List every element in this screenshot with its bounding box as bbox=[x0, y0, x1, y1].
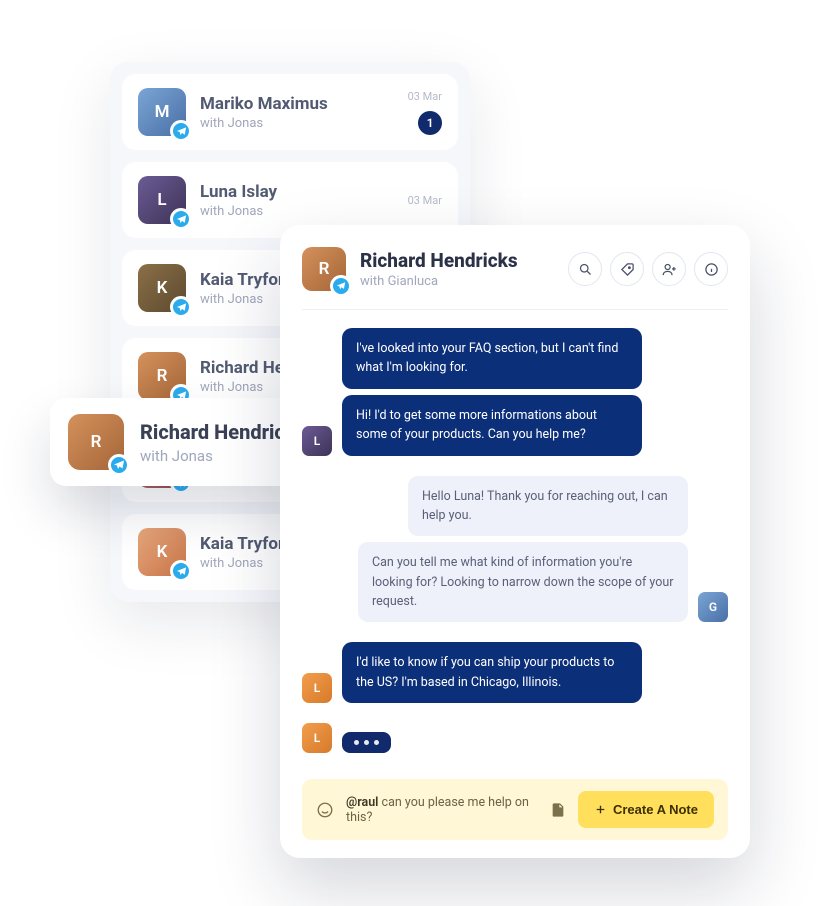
avatar: R bbox=[68, 414, 124, 470]
conversation-item[interactable]: M Mariko Maximus with Jonas 03 Mar 1 bbox=[122, 74, 458, 150]
telegram-icon bbox=[170, 120, 192, 142]
conversation-sub: with Jonas bbox=[140, 447, 292, 465]
message-bubble: I've looked into your FAQ section, but I… bbox=[342, 328, 642, 389]
note-composer: @raul can you please me help on this? Cr… bbox=[302, 779, 728, 840]
telegram-icon bbox=[170, 296, 192, 318]
avatar: L bbox=[138, 176, 186, 224]
mention: @raul bbox=[346, 795, 378, 810]
avatar: M bbox=[138, 88, 186, 136]
conversation-date: 03 Mar bbox=[408, 90, 442, 103]
unread-badge: 1 bbox=[418, 111, 442, 135]
chat-body: L I've looked into your FAQ section, but… bbox=[302, 310, 728, 753]
telegram-icon bbox=[170, 560, 192, 582]
typing-indicator-row: L bbox=[302, 723, 728, 753]
tag-icon[interactable] bbox=[610, 252, 644, 286]
message-avatar: L bbox=[302, 426, 332, 456]
typing-indicator bbox=[342, 732, 391, 753]
message-bubble: Hi! I'd to get some more informations ab… bbox=[342, 395, 642, 456]
message-avatar: L bbox=[302, 673, 332, 703]
attachment-icon[interactable] bbox=[550, 802, 566, 818]
telegram-icon bbox=[330, 275, 352, 297]
chat-title: Richard Hendricks bbox=[360, 249, 518, 272]
conversation-name: Mariko Maximus bbox=[200, 94, 394, 114]
create-note-button[interactable]: Create A Note bbox=[578, 791, 714, 828]
note-input[interactable]: @raul can you please me help on this? bbox=[346, 795, 538, 825]
message-group-incoming: L I've looked into your FAQ section, but… bbox=[302, 328, 728, 456]
conversation-name: Luna Islay bbox=[200, 182, 394, 202]
telegram-icon bbox=[170, 208, 192, 230]
message-avatar: G bbox=[698, 592, 728, 622]
avatar: R bbox=[138, 352, 186, 400]
conversation-sub: with Jonas bbox=[200, 116, 394, 131]
add-person-icon[interactable] bbox=[652, 252, 686, 286]
telegram-icon bbox=[108, 454, 130, 476]
message-avatar: L bbox=[302, 723, 332, 753]
message-group-outgoing: Hello Luna! Thank you for reaching out, … bbox=[302, 476, 728, 623]
avatar: R bbox=[302, 247, 346, 291]
message-bubble: Hello Luna! Thank you for reaching out, … bbox=[408, 476, 688, 537]
avatar: K bbox=[138, 264, 186, 312]
conversation-item-popout[interactable]: R Richard Hendricks with Jonas bbox=[50, 398, 310, 486]
chat-panel: R Richard Hendricks with Gianluca L I've… bbox=[280, 225, 750, 858]
search-icon[interactable] bbox=[568, 252, 602, 286]
conversation-sub: with Jonas bbox=[200, 204, 394, 219]
emoji-icon[interactable] bbox=[316, 801, 334, 819]
chat-subtitle: with Gianluca bbox=[360, 274, 518, 289]
message-bubble: I'd like to know if you can ship your pr… bbox=[342, 642, 642, 703]
message-bubble: Can you tell me what kind of information… bbox=[358, 542, 688, 622]
message-group-incoming: L I'd like to know if you can ship your … bbox=[302, 642, 728, 703]
info-icon[interactable] bbox=[694, 252, 728, 286]
conversation-date: 03 Mar bbox=[408, 194, 442, 207]
conversation-name: Richard Hendricks bbox=[140, 420, 292, 444]
chat-header: R Richard Hendricks with Gianluca bbox=[302, 247, 728, 310]
avatar: K bbox=[138, 528, 186, 576]
